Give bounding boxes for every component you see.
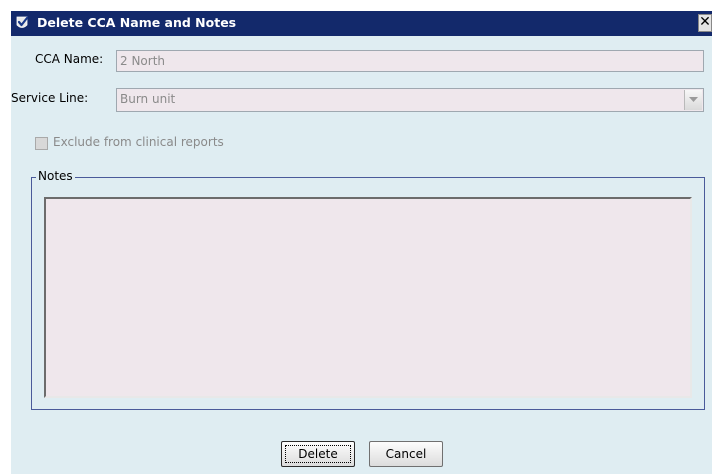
notes-legend: Notes (36, 169, 75, 183)
exclude-label: Exclude from clinical reports (53, 135, 224, 149)
check-shield-icon (16, 16, 29, 28)
service-line-value: Burn unit (120, 92, 176, 106)
service-line-dropdown-button[interactable] (684, 90, 702, 110)
cancel-button[interactable]: Cancel (369, 441, 443, 467)
chevron-down-icon (689, 97, 698, 102)
cancel-button-label: Cancel (385, 447, 427, 461)
close-button[interactable]: ✕ (698, 14, 712, 32)
exclude-checkbox[interactable] (35, 137, 48, 150)
title-bar[interactable]: Delete CCA Name and Notes ✕ (11, 11, 712, 36)
delete-cca-dialog: Delete CCA Name and Notes ✕ CCA Name: 2 … (0, 0, 712, 474)
notes-group: Notes (31, 169, 705, 410)
dialog-body: CCA Name: 2 North Service Line: Burn uni… (11, 36, 712, 474)
delete-button[interactable]: Delete (281, 441, 355, 467)
close-icon: ✕ (699, 14, 711, 30)
notes-textarea[interactable] (44, 197, 692, 398)
cca-name-field[interactable]: 2 North (116, 50, 704, 72)
service-line-label: Service Line: (11, 91, 89, 105)
window-title: Delete CCA Name and Notes (37, 15, 237, 30)
focus-ring (285, 445, 351, 463)
cca-name-label: CCA Name: (35, 52, 104, 66)
service-line-select[interactable]: Burn unit (116, 88, 704, 112)
cca-name-value: 2 North (120, 54, 166, 68)
